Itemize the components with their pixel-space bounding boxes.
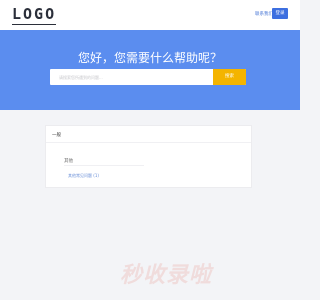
card-header: 一般 bbox=[46, 126, 251, 143]
site-logo[interactable]: LOGO bbox=[12, 5, 57, 25]
category-label: 其他 bbox=[64, 159, 73, 164]
divider bbox=[64, 165, 144, 166]
search-input[interactable] bbox=[50, 69, 210, 85]
top-header: LOGO 联系我们 登录 bbox=[0, 0, 300, 30]
category-card: 一般 其他 其他常见问题 (1) bbox=[45, 125, 252, 188]
search-button[interactable]: 搜索 bbox=[213, 69, 246, 85]
faq-link[interactable]: 其他常见问题 (1) bbox=[68, 173, 99, 179]
search-box: 搜索 bbox=[50, 69, 246, 85]
card-title: 一般 bbox=[52, 133, 61, 138]
hero-title: 您好，您需要什么帮助呢？ bbox=[77, 51, 222, 65]
contact-us-link[interactable]: 联系我们 bbox=[255, 11, 273, 17]
hero-banner: 您好，您需要什么帮助呢？ 搜索 bbox=[0, 30, 300, 110]
login-button[interactable]: 登录 bbox=[272, 8, 288, 19]
watermark: 秒收录啦 bbox=[120, 263, 213, 288]
